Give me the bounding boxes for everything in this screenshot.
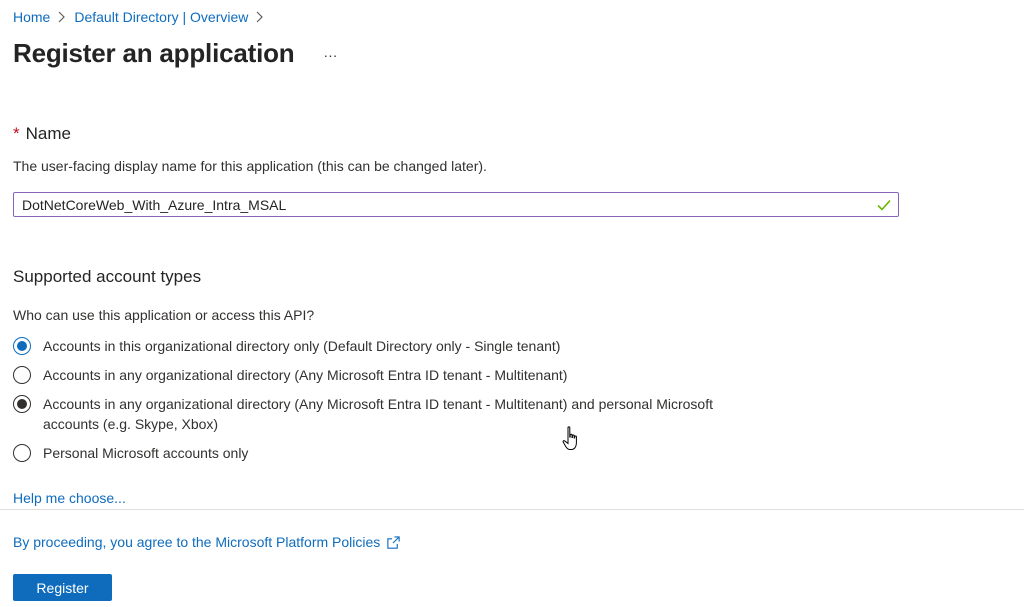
checkmark-icon (877, 199, 891, 211)
breadcrumb-directory-link[interactable]: Default Directory | Overview (74, 9, 248, 25)
divider (0, 509, 1024, 510)
radio-label: Personal Microsoft accounts only (43, 445, 249, 461)
radio-button-selected[interactable] (13, 337, 31, 355)
radio-option-multitenant-personal[interactable]: Accounts in any organizational directory… (13, 395, 713, 434)
radio-option-personal-only[interactable]: Personal Microsoft accounts only (13, 444, 248, 463)
account-types-heading: Supported account types (13, 267, 202, 286)
register-button[interactable]: Register (13, 574, 112, 601)
help-me-choose-link[interactable]: Help me choose... (13, 490, 126, 506)
radio-label: Accounts in this organizational director… (43, 338, 561, 354)
platform-policies-link[interactable]: By proceeding, you agree to the Microsof… (13, 534, 401, 550)
name-heading: * Name (13, 124, 71, 144)
chevron-right-icon (256, 11, 264, 23)
external-link-icon (387, 535, 400, 549)
breadcrumb: Home Default Directory | Overview (13, 9, 272, 25)
radio-option-single-tenant[interactable]: Accounts in this organizational director… (13, 337, 560, 356)
radio-button-hover[interactable] (13, 395, 31, 413)
breadcrumb-home-link[interactable]: Home (13, 9, 50, 25)
radio-label-line2: accounts (e.g. Skype, Xbox) (43, 416, 219, 432)
name-input[interactable] (14, 193, 876, 216)
hand-pointer-cursor-icon (562, 426, 577, 450)
more-options-icon[interactable]: ··· (320, 45, 340, 65)
page-title: Register an application (13, 38, 295, 68)
register-app-page: Home Default Directory | Overview Regist… (0, 0, 1024, 607)
platform-policies-text[interactable]: By proceeding, you agree to the Microsof… (13, 534, 380, 550)
radio-option-multitenant[interactable]: Accounts in any organizational directory… (13, 366, 567, 385)
name-heading-label: Name (25, 124, 71, 143)
radio-label: Accounts in any organizational directory… (43, 394, 713, 434)
name-description: The user-facing display name for this ap… (13, 158, 487, 174)
chevron-right-icon (58, 11, 66, 23)
account-types-question: Who can use this application or access t… (13, 307, 315, 323)
radio-label-line1: Accounts in any organizational directory… (43, 396, 713, 412)
radio-button[interactable] (13, 366, 31, 384)
radio-button[interactable] (13, 444, 31, 462)
title-row: Register an application ··· (13, 38, 340, 69)
name-input-container (13, 192, 899, 217)
radio-label: Accounts in any organizational directory… (43, 367, 568, 383)
required-marker: * (13, 124, 20, 143)
